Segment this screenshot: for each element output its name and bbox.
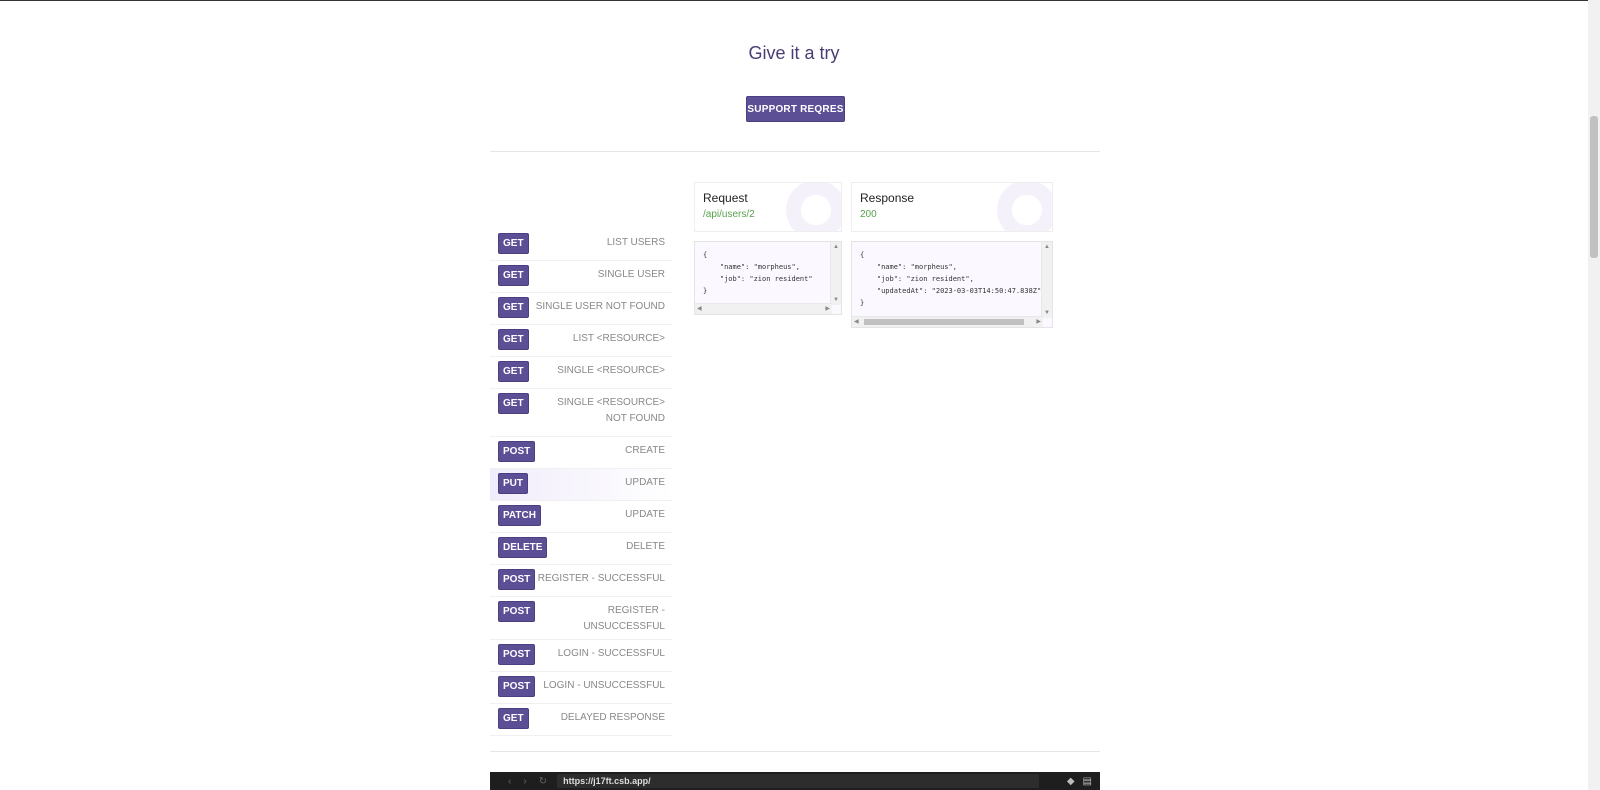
scroll-down-icon[interactable]: ▼ bbox=[833, 296, 839, 304]
endpoint-item[interactable]: POST CREATE bbox=[490, 437, 672, 469]
request-path: /api/users/2 bbox=[703, 209, 755, 220]
method-badge: GET bbox=[498, 233, 529, 254]
endpoint-item[interactable]: DELETE DELETE bbox=[490, 533, 672, 565]
method-badge: PATCH bbox=[498, 505, 541, 526]
endpoint-item[interactable]: GET SINGLE USER bbox=[490, 261, 672, 293]
response-vertical-scrollbar[interactable]: ▲ ▼ bbox=[1041, 242, 1052, 318]
endpoint-label: SINGLE <RESOURCE> bbox=[557, 365, 665, 376]
reload-icon[interactable]: ↻ bbox=[539, 776, 547, 787]
url-field[interactable]: https://j17ft.csb.app/ bbox=[557, 774, 1040, 788]
embedded-browser-bar: ‹ › ↻ https://j17ft.csb.app/ ◆ ▤ bbox=[490, 772, 1100, 790]
endpoint-label: SINGLE USER NOT FOUND bbox=[535, 301, 665, 312]
method-badge: POST bbox=[498, 676, 536, 697]
scroll-right-icon[interactable]: ▶ bbox=[1036, 318, 1041, 326]
page-title: Give it a try bbox=[748, 43, 840, 63]
method-badge: GET bbox=[498, 393, 529, 414]
endpoint-label: DELAYED RESPONSE bbox=[560, 712, 665, 723]
endpoint-label: DELETE bbox=[626, 541, 665, 552]
support-reqres-button[interactable]: SUPPORT REQRES bbox=[746, 96, 845, 122]
endpoint-item[interactable]: GET SINGLE USER NOT FOUND bbox=[490, 293, 672, 325]
method-badge: GET bbox=[498, 297, 529, 318]
endpoint-label: LOGIN - SUCCESSFUL bbox=[557, 648, 665, 659]
endpoint-label: UPDATE bbox=[625, 477, 665, 488]
method-badge: GET bbox=[498, 265, 529, 286]
method-badge: POST bbox=[498, 644, 536, 665]
method-badge: POST bbox=[498, 441, 536, 462]
endpoint-item[interactable]: PUT UPDATE bbox=[490, 469, 672, 501]
method-badge: GET bbox=[498, 708, 529, 729]
request-vertical-scrollbar[interactable]: ▲ ▼ bbox=[830, 242, 841, 305]
method-badge: POST bbox=[498, 601, 536, 622]
endpoint-label: LIST <RESOURCE> bbox=[572, 333, 665, 344]
response-horizontal-scrollbar[interactable]: ◀ ▶ bbox=[852, 316, 1043, 327]
request-body-text: { "name": "morpheus", "job": "zion resid… bbox=[703, 251, 813, 295]
scroll-up-icon[interactable]: ▲ bbox=[833, 243, 839, 251]
scroll-left-icon[interactable]: ◀ bbox=[697, 305, 702, 313]
endpoint-item[interactable]: GET SINGLE <RESOURCE> bbox=[490, 357, 672, 389]
divider bbox=[490, 751, 1100, 752]
method-badge: PUT bbox=[498, 473, 528, 494]
endpoint-label: LIST USERS bbox=[606, 237, 665, 248]
method-badge: DELETE bbox=[498, 537, 548, 558]
method-badge: GET bbox=[498, 361, 529, 382]
endpoint-item[interactable]: GET SINGLE <RESOURCE> NOT FOUND bbox=[490, 389, 672, 437]
scroll-thumb[interactable] bbox=[864, 319, 1024, 325]
back-icon[interactable]: ‹ bbox=[508, 776, 511, 787]
endpoint-item[interactable]: GET LIST USERS bbox=[490, 229, 672, 261]
request-horizontal-scrollbar[interactable]: ◀ ▶ bbox=[695, 303, 832, 314]
decorative-swirl-icon bbox=[992, 183, 1052, 231]
page-scrollbar[interactable] bbox=[1588, 0, 1600, 790]
endpoint-item[interactable]: POST REGISTER - SUCCESSFUL bbox=[490, 565, 672, 597]
response-status: 200 bbox=[860, 209, 877, 220]
forward-icon[interactable]: › bbox=[523, 776, 526, 787]
window-icon[interactable]: ▤ bbox=[1083, 776, 1092, 787]
endpoint-item[interactable]: POST LOGIN - SUCCESSFUL bbox=[490, 640, 672, 672]
endpoint-list: GET LIST USERS GET SINGLE USER GET SINGLE USE… bbox=[490, 229, 672, 736]
divider bbox=[490, 151, 1100, 152]
response-title: Response bbox=[860, 191, 915, 205]
request-body[interactable]: { "name": "morpheus", "job": "zion resid… bbox=[694, 241, 842, 315]
top-border bbox=[0, 0, 1600, 1]
endpoint-label: SINGLE USER bbox=[597, 269, 665, 280]
page-scroll-thumb[interactable] bbox=[1590, 116, 1598, 258]
endpoint-item[interactable]: POST LOGIN - UNSUCCESSFUL bbox=[490, 672, 672, 704]
endpoint-label: SINGLE <RESOURCE> NOT FOUND bbox=[557, 397, 665, 424]
endpoint-item[interactable]: GET LIST <RESOURCE> bbox=[490, 325, 672, 357]
codesandbox-icon[interactable]: ◆ bbox=[1067, 776, 1075, 787]
method-badge: POST bbox=[498, 569, 536, 590]
scroll-down-icon[interactable]: ▼ bbox=[1044, 309, 1050, 317]
endpoint-label: UPDATE bbox=[625, 509, 665, 520]
scroll-right-icon[interactable]: ▶ bbox=[825, 305, 830, 313]
response-body-text: { "name": "morpheus", "job": "zion resid… bbox=[860, 251, 1042, 307]
endpoint-label: REGISTER - SUCCESSFUL bbox=[537, 573, 665, 584]
endpoint-item[interactable]: PATCH UPDATE bbox=[490, 501, 672, 533]
endpoint-item[interactable]: POST REGISTER - UNSUCCESSFUL bbox=[490, 597, 672, 640]
method-badge: GET bbox=[498, 329, 529, 350]
request-title: Request bbox=[703, 191, 748, 205]
endpoint-label: REGISTER - UNSUCCESSFUL bbox=[583, 605, 665, 632]
endpoint-label: LOGIN - UNSUCCESSFUL bbox=[543, 680, 665, 691]
decorative-swirl-icon bbox=[781, 183, 841, 231]
response-header: Response 200 bbox=[851, 182, 1053, 232]
response-body[interactable]: { "name": "morpheus", "job": "zion resid… bbox=[851, 241, 1053, 328]
scroll-left-icon[interactable]: ◀ bbox=[854, 318, 859, 326]
endpoint-label: CREATE bbox=[625, 445, 665, 456]
scroll-up-icon[interactable]: ▲ bbox=[1044, 243, 1050, 251]
request-header: Request /api/users/2 bbox=[694, 182, 842, 232]
endpoint-item[interactable]: GET DELAYED RESPONSE bbox=[490, 704, 672, 736]
